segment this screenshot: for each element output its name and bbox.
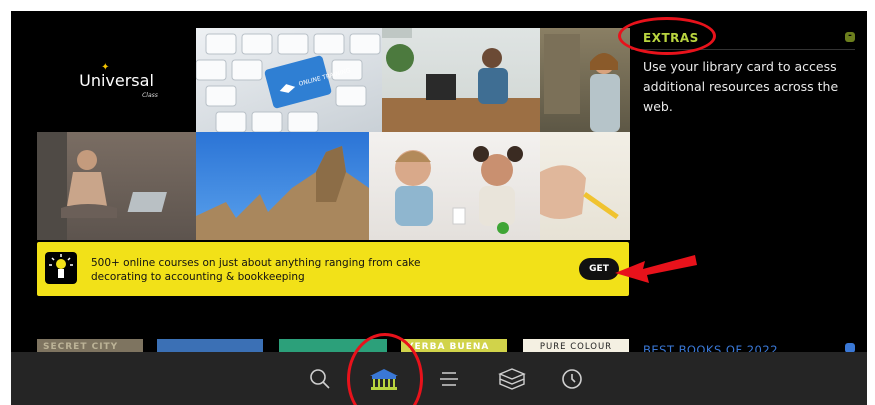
books-icon (498, 368, 526, 390)
menu-icon (440, 372, 458, 386)
annotation-arrow-icon (615, 255, 697, 283)
logo-word: Universal (79, 70, 154, 90)
sphinx-scene (196, 146, 369, 240)
logo-sub: Class (142, 91, 158, 99)
keyboard-illustration (196, 33, 381, 132)
nav-books[interactable] (497, 366, 527, 392)
app-screen: Universal ✦ Class ONLINE TRAINING EXTRAS… (11, 11, 867, 405)
desk-scene (382, 28, 540, 132)
universal-class-logo[interactable]: Universal ✦ Class (37, 28, 196, 132)
extras-collapse-button[interactable]: - (845, 32, 855, 42)
sphinx-photo (196, 132, 369, 240)
children-photo (369, 132, 540, 240)
ruins-scene (544, 34, 620, 132)
hand-scene (540, 165, 619, 220)
extras-description: Use your library card to access addition… (643, 59, 839, 114)
keyboard-photo: ONLINE TRAINING (196, 28, 382, 132)
logo-bulb-icon: ✦ (101, 61, 110, 73)
annotation-circle-extras (618, 17, 716, 55)
banner-description: 500+ online courses on just about anythi… (91, 257, 421, 283)
search-icon (310, 369, 330, 389)
nav-history[interactable] (559, 366, 585, 392)
nav-menu[interactable] (436, 366, 462, 392)
nav-search[interactable] (307, 366, 333, 392)
clock-icon (562, 369, 582, 389)
children-scene (395, 146, 523, 234)
yoga-photo (37, 132, 196, 240)
bottom-nav (11, 352, 867, 405)
man-at-desk-photo (382, 28, 540, 132)
universal-class-banner[interactable]: 500+ online courses on just about anythi… (37, 242, 629, 296)
get-button[interactable]: GET (579, 258, 619, 280)
yoga-scene (37, 132, 167, 240)
traveler-photo (540, 28, 630, 132)
writing-hand-photo (540, 132, 630, 240)
lightbulb-icon (45, 252, 77, 284)
